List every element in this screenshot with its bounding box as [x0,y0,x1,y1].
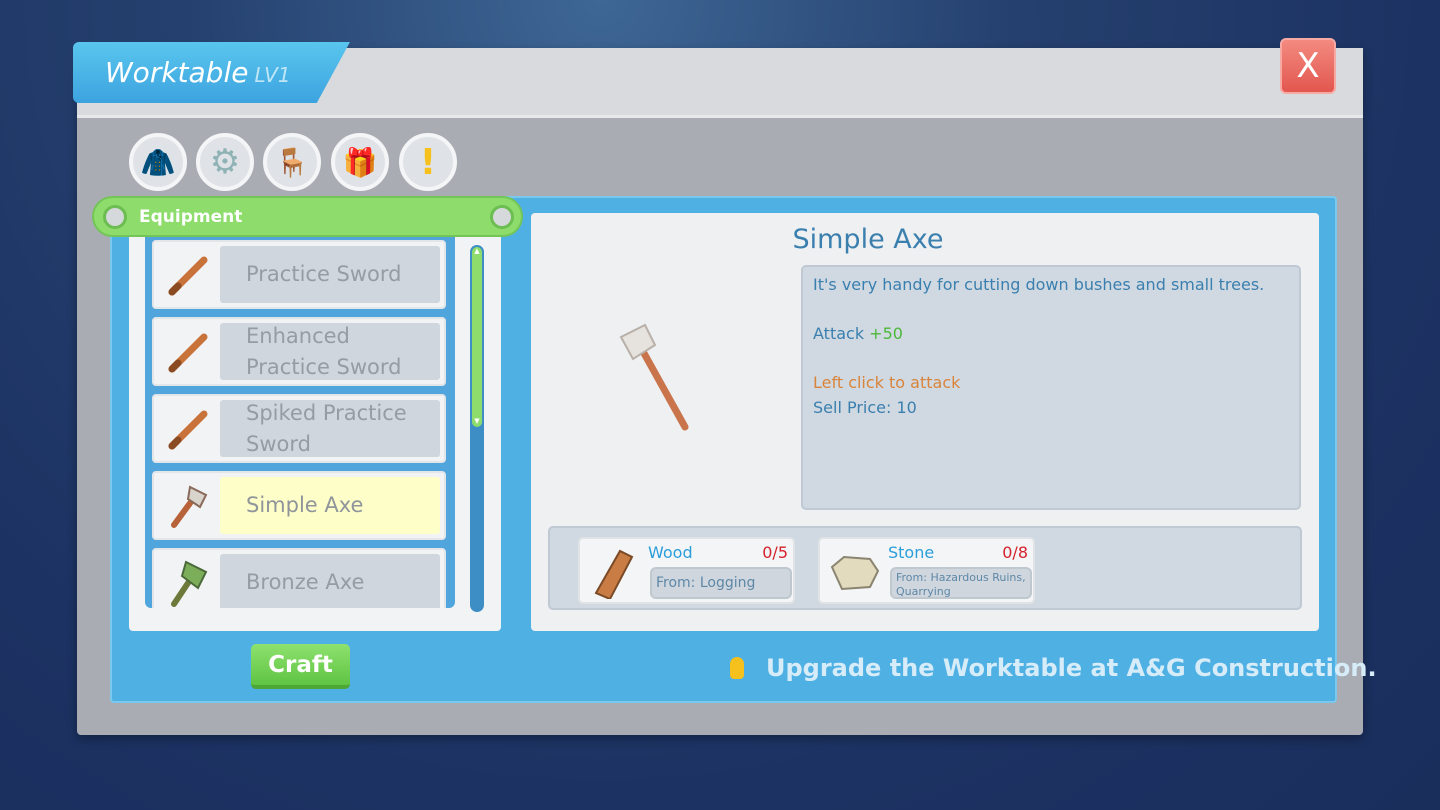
material-stone: Stone 0/8 From: Hazardous Ruins, Quarryi… [818,537,1035,604]
category-parts-tab[interactable]: ⚙ [196,133,254,191]
list-item[interactable]: Enhanced Practice Sword [152,317,446,386]
gear-icon: ⚙ [209,142,241,182]
item-name: Spiked Practice Sword [220,400,440,457]
header-dot-left [103,205,127,229]
bronze-axe-icon [158,554,216,608]
sell-price: Sell Price: 10 [813,397,917,417]
material-count: 0/5 [762,543,788,562]
item-description: It's very handy for cutting down bushes … [813,275,1265,294]
item-name: Practice Sword [220,246,440,303]
level-label: LV1 [254,63,291,87]
material-count: 0/8 [1002,543,1028,562]
category-gifts-tab[interactable]: 🎁 [331,133,389,191]
list-item[interactable]: Spiked Practice Sword [152,394,446,463]
category-clothing-tab[interactable]: 🧥 [129,133,187,191]
lightbulb-icon [730,657,744,679]
chair-icon: 🪑 [274,145,310,179]
list-item[interactable]: Practice Sword [152,240,446,309]
attack-label: Attack [813,324,865,343]
attack-value: +50 [869,324,903,343]
craft-button[interactable]: Craft [251,644,350,689]
jacket-icon: 🧥 [140,145,176,179]
gift-icon: 🎁 [342,145,378,179]
window-title: Worktable [105,56,249,89]
sword-icon [158,323,216,381]
category-special-tab[interactable]: ! [399,133,457,191]
list-item-selected[interactable]: Simple Axe [152,471,446,540]
sword-icon [158,246,216,304]
material-wood: Wood 0/5 From: Logging [578,537,795,604]
action-hint: Left click to attack [813,373,961,392]
section-label: Equipment [139,207,243,227]
axe-icon [158,477,216,535]
material-source: From: Hazardous Ruins, Quarrying [890,567,1032,599]
wood-log-icon [586,543,642,601]
sword-icon [158,400,216,458]
upgrade-hint: Upgrade the Worktable at A&G Constructio… [730,654,1377,682]
close-button[interactable]: X [1280,38,1336,94]
material-source: From: Logging [650,567,792,599]
list-scrollbar[interactable]: ▲ ▼ [470,245,484,612]
item-title: Simple Axe [792,224,944,255]
title-tab: Worktable LV1 [73,42,350,103]
category-furniture-tab[interactable]: 🪑 [263,133,321,191]
item-list: Practice Sword Enhanced Practice Sword S… [145,237,455,608]
item-name: Bronze Axe [220,554,440,608]
item-name: Simple Axe [220,477,440,534]
axe-icon [605,315,705,444]
list-item[interactable]: Bronze Axe [152,548,446,608]
scrollbar-thumb[interactable]: ▲ ▼ [472,247,482,427]
hint-text: Upgrade the Worktable at A&G Constructio… [766,654,1377,682]
item-name: Enhanced Practice Sword [220,323,440,380]
exclamation-icon: ! [419,141,437,183]
item-description-box: It's very handy for cutting down bushes … [801,265,1301,510]
attack-stat: Attack +50 [813,322,1289,347]
header-dot-right [490,205,514,229]
material-name: Stone [888,543,935,562]
equipment-header: Equipment [92,196,523,237]
materials-strip: Wood 0/5 From: Logging Stone 0/8 From: H… [548,526,1302,610]
stone-icon [826,543,882,599]
material-name: Wood [648,543,693,562]
